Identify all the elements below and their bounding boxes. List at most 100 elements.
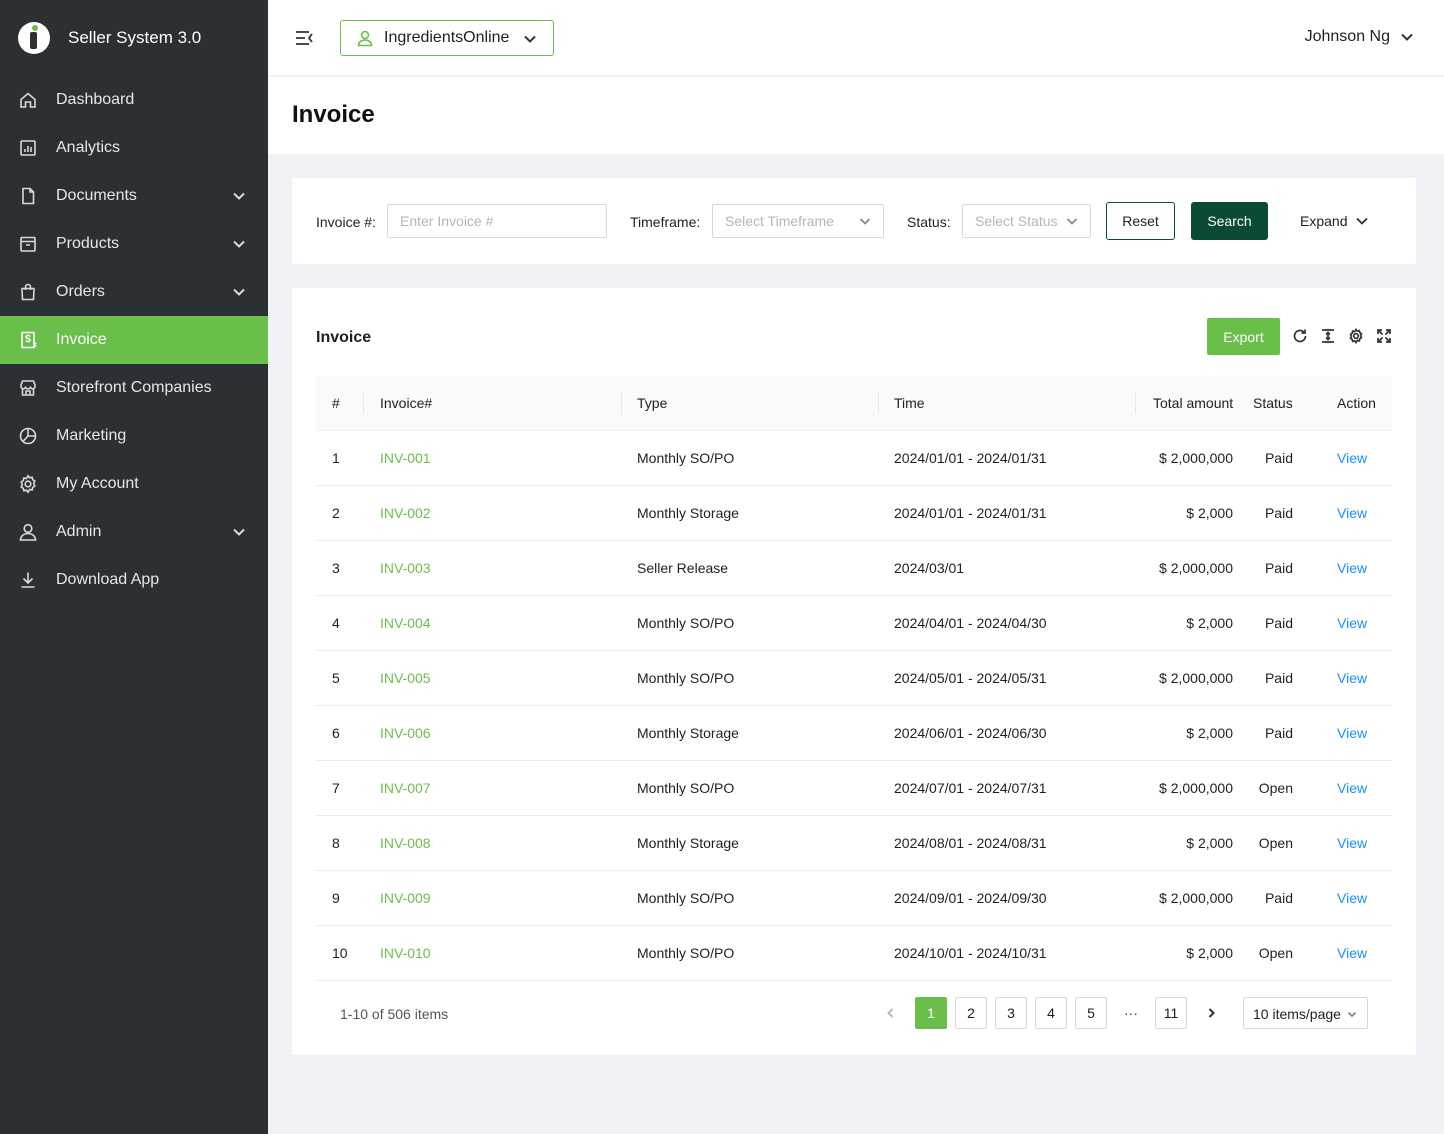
refresh-icon[interactable] (1292, 328, 1308, 344)
table-row: 7 INV-007 Monthly SO/PO 2024/07/01 - 2024/0… (316, 761, 1392, 816)
column-header-invoice[interactable]: Invoice# (380, 395, 432, 411)
cell-total-amount: $ 2,000,000 (1159, 780, 1233, 796)
cell-status: Paid (1264, 450, 1293, 466)
view-link[interactable]: View (1337, 835, 1367, 851)
view-link[interactable]: View (1337, 450, 1367, 466)
sidebar-item-admin[interactable]: Admin (0, 508, 268, 556)
cell-number: 5 (332, 670, 340, 686)
table-row: 2 INV-002 Monthly Storage 2024/01/01 - 2024… (316, 486, 1392, 541)
invoice-link[interactable]: INV-004 (380, 615, 431, 631)
invoice-link[interactable]: INV-009 (380, 890, 431, 906)
page-button-3[interactable]: 3 (995, 997, 1027, 1029)
view-link[interactable]: View (1337, 945, 1367, 961)
view-link[interactable]: View (1337, 780, 1367, 796)
sidebar-item-dashboard[interactable]: Dashboard (0, 76, 268, 124)
table-row: 4 INV-004 Monthly SO/PO 2024/04/01 - 2024/0… (316, 596, 1392, 651)
cell-status: Paid (1264, 725, 1293, 741)
next-page-button[interactable] (1195, 997, 1227, 1029)
column-header-status[interactable]: Status (1253, 395, 1293, 411)
view-link[interactable]: View (1337, 725, 1367, 741)
cell-total-amount: $ 2,000 (1186, 835, 1233, 851)
chevron-down-icon (232, 285, 246, 299)
brand[interactable]: Seller System 3.0 (0, 0, 268, 76)
top-header: IngredientsOnline Johnson Ng (268, 0, 1444, 76)
box-icon (18, 234, 38, 254)
menu-collapse-icon[interactable] (294, 28, 314, 48)
invoice-link[interactable]: INV-005 (380, 670, 431, 686)
table-body: 1 INV-001 Monthly SO/PO 2024/01/01 - 2024/0… (316, 431, 1392, 981)
invoice-link[interactable]: INV-008 (380, 835, 431, 851)
view-link[interactable]: View (1337, 560, 1367, 576)
prev-page-button[interactable] (875, 997, 907, 1029)
invoice-link[interactable]: INV-010 (380, 945, 431, 961)
invoice-link[interactable]: INV-007 (380, 780, 431, 796)
search-button[interactable]: Search (1191, 202, 1268, 240)
download-icon (18, 570, 38, 590)
expand-label: Expand (1300, 213, 1348, 229)
sidebar-item-marketing[interactable]: Marketing (0, 412, 268, 460)
sidebar-item-analytics[interactable]: Analytics (0, 124, 268, 172)
sidebar-item-orders[interactable]: Orders (0, 268, 268, 316)
cell-type: Monthly SO/PO (637, 945, 735, 961)
invoice-link[interactable]: INV-002 (380, 505, 431, 521)
cell-number: 10 (332, 945, 348, 961)
view-link[interactable]: View (1337, 505, 1367, 521)
sidebar-item-label: Marketing (56, 427, 127, 444)
user-name: Johnson Ng (1304, 28, 1390, 45)
sidebar-item-storefront-companies[interactable]: Storefront Companies (0, 364, 268, 412)
user-menu[interactable]: Johnson Ng (1305, 28, 1414, 46)
page-button-11[interactable]: 11 (1155, 997, 1187, 1029)
column-header-time[interactable]: Time (894, 395, 925, 411)
status-select[interactable]: Select Status (962, 204, 1091, 238)
reset-button[interactable]: Reset (1106, 202, 1175, 240)
view-link[interactable]: View (1337, 670, 1367, 686)
chevron-down-icon (232, 237, 246, 251)
export-button[interactable]: Export (1207, 318, 1280, 355)
sidebar-item-documents[interactable]: Documents (0, 172, 268, 220)
cell-total-amount: $ 2,000 (1186, 725, 1233, 741)
invoice-number-label: Invoice #: (316, 214, 376, 230)
page-size-select[interactable]: 10 items/page (1243, 997, 1368, 1029)
invoice-link[interactable]: INV-003 (380, 560, 431, 576)
column-divider (363, 392, 364, 414)
cell-time: 2024/10/01 - 2024/10/31 (894, 945, 1047, 961)
cell-time: 2024/03/01 (894, 560, 965, 576)
cell-time: 2024/01/01 - 2024/01/31 (894, 505, 1047, 521)
sidebar-item-invoice[interactable]: Invoice (0, 316, 268, 364)
invoice-link[interactable]: INV-001 (380, 450, 431, 466)
app-title: Seller System 3.0 (68, 28, 202, 47)
cell-number: 2 (332, 505, 340, 521)
sidebar-item-download-app[interactable]: Download App (0, 556, 268, 604)
pagination-ellipsis[interactable]: ··· (1115, 997, 1147, 1029)
table-row: 6 INV-006 Monthly Storage 2024/06/01 - 2024… (316, 706, 1392, 761)
column-divider (621, 392, 622, 414)
page-button-4[interactable]: 4 (1035, 997, 1067, 1029)
cell-number: 6 (332, 725, 340, 741)
column-header-type[interactable]: Type (637, 395, 667, 411)
cell-time: 2024/05/01 - 2024/05/31 (894, 670, 1047, 686)
expand-toggle[interactable]: Expand (1300, 213, 1369, 229)
page-button-1[interactable]: 1 (915, 997, 947, 1029)
sidebar-item-label: Documents (56, 187, 137, 204)
sidebar-item-products[interactable]: Products (0, 220, 268, 268)
cell-type: Monthly Storage (637, 505, 739, 521)
view-link[interactable]: View (1337, 615, 1367, 631)
settings-gear-icon[interactable] (1348, 328, 1364, 344)
cell-type: Monthly SO/PO (637, 780, 735, 796)
column-header-total-amount[interactable]: Total amount (1153, 395, 1233, 411)
store-selector[interactable]: IngredientsOnline (340, 20, 554, 56)
page-button-5[interactable]: 5 (1075, 997, 1107, 1029)
cell-time: 2024/09/01 - 2024/09/30 (894, 890, 1047, 906)
invoice-link[interactable]: INV-006 (380, 725, 431, 741)
timeframe-select[interactable]: Select Timeframe (712, 204, 884, 238)
cell-total-amount: $ 2,000 (1186, 505, 1233, 521)
sidebar-item-my-account[interactable]: My Account (0, 460, 268, 508)
fullscreen-icon[interactable] (1376, 328, 1392, 344)
table-row: 8 INV-008 Monthly Storage 2024/08/01 - 2024… (316, 816, 1392, 871)
cell-status: Paid (1264, 505, 1293, 521)
table-row: 5 INV-005 Monthly SO/PO 2024/05/01 - 2024/0… (316, 651, 1392, 706)
view-link[interactable]: View (1337, 890, 1367, 906)
page-button-2[interactable]: 2 (955, 997, 987, 1029)
invoice-number-input[interactable]: Enter Invoice # (387, 204, 607, 238)
density-icon[interactable] (1320, 328, 1336, 344)
